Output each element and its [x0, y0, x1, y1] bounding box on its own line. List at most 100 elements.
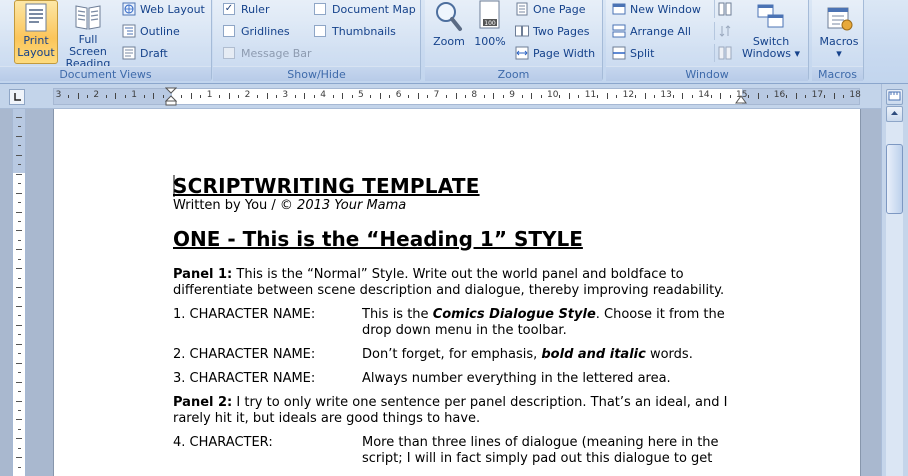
- ruler-tick: [635, 95, 637, 98]
- ruler-tick: [493, 93, 495, 99]
- dialogue-2-emph: bold and italic: [541, 347, 646, 362]
- vertical-ruler-tick: [18, 183, 21, 185]
- arrange-all-button[interactable]: Arrange All: [612, 22, 691, 40]
- ruler-label: 4: [320, 90, 326, 100]
- split-icon: [612, 46, 626, 60]
- ruler-tick: [294, 95, 296, 98]
- two-pages-icon: [515, 25, 529, 37]
- one-page-button[interactable]: One Page: [515, 0, 586, 18]
- ruler-label: 18: [849, 90, 861, 100]
- dialogue-2-character: 2. CHARACTER NAME:: [173, 347, 316, 362]
- ruler-tick: [389, 95, 391, 98]
- vertical-ruler-tick: [16, 381, 22, 383]
- ruler-right-margin: [742, 89, 859, 104]
- scroll-thumb[interactable]: [886, 144, 903, 214]
- split-button[interactable]: Split: [612, 44, 654, 62]
- vertical-ruler-tick: [16, 457, 22, 459]
- document-title[interactable]: SCRIPTWRITING TEMPLATE: [173, 174, 753, 198]
- ruler-tick: [653, 95, 655, 98]
- byline-copyright: © 2013 Your Mama: [279, 198, 407, 213]
- ruler-toggle-button[interactable]: [886, 89, 903, 105]
- byline-text: Written by You /: [173, 198, 280, 213]
- vertical-ruler-tick: [16, 306, 22, 307]
- switch-windows-button[interactable]: Switch Windows ▾: [740, 2, 802, 64]
- heading-1[interactable]: ONE - This is the “Heading 1” STYLE: [173, 227, 753, 251]
- dialogue-4-text: More than three lines of dialogue (meani…: [362, 435, 719, 466]
- print-layout-button[interactable]: Print Layout: [14, 0, 58, 64]
- ruler-tick: [427, 95, 429, 98]
- vertical-ruler-tick: [18, 372, 21, 374]
- vertical-ruler[interactable]: [12, 109, 26, 476]
- ruler-tick: [408, 95, 410, 98]
- ruler-checkbox[interactable]: ✓ Ruler: [223, 0, 269, 18]
- vertical-ruler-tick: [18, 220, 21, 222]
- document-map-check-box: [314, 3, 326, 15]
- ruler-tick: [105, 95, 107, 98]
- ruler-tick: [446, 95, 448, 98]
- side-by-side-icon: [718, 2, 732, 16]
- new-window-button[interactable]: New Window: [612, 0, 701, 18]
- panel-2-description[interactable]: Panel 2: I try to only write one sentenc…: [173, 395, 753, 427]
- scroll-up-button[interactable]: [886, 106, 903, 122]
- one-page-icon: [516, 2, 528, 16]
- vertical-ruler-tick: [18, 428, 21, 430]
- ruler-toggle-icon: [888, 91, 901, 101]
- two-pages-label: Two Pages: [533, 24, 590, 38]
- ruler-tick: [710, 95, 712, 98]
- ruler-tick: [115, 93, 117, 99]
- document-map-checkbox[interactable]: Document Map: [314, 0, 416, 18]
- document-body[interactable]: SCRIPTWRITING TEMPLATE Written by You / …: [173, 174, 753, 467]
- svg-text:100: 100: [484, 20, 496, 27]
- outline-button[interactable]: Outline: [122, 22, 180, 40]
- right-indent-marker[interactable]: [735, 95, 747, 105]
- gridlines-check-box: [223, 25, 235, 37]
- vertical-ruler-tick: [18, 296, 21, 298]
- two-pages-button[interactable]: Two Pages: [515, 22, 589, 40]
- view-side-by-side-button[interactable]: [714, 0, 736, 18]
- document-page[interactable]: SCRIPTWRITING TEMPLATE Written by You / …: [53, 109, 861, 476]
- dialogue-line-3[interactable]: 3. CHARACTER NAME: Always number everyth…: [173, 371, 753, 387]
- page-width-button[interactable]: Page Width: [515, 44, 595, 62]
- zoom-button[interactable]: Zoom: [431, 0, 467, 62]
- full-screen-reading-button[interactable]: Full Screen Reading: [59, 2, 117, 70]
- page-width-label: Page Width: [533, 46, 596, 60]
- vertical-ruler-tick: [18, 315, 21, 317]
- macros-title: Macros: [812, 66, 863, 81]
- zoom-100-button[interactable]: 100 100%: [473, 0, 507, 62]
- print-layout-label-2: Layout: [17, 46, 55, 59]
- vertical-ruler-tick: [16, 117, 22, 118]
- reset-window-position-button[interactable]: [714, 44, 736, 62]
- draft-button[interactable]: Draft: [122, 44, 168, 62]
- dialogue-line-2[interactable]: 2. CHARACTER NAME: Don’t forget, for emp…: [173, 347, 753, 363]
- message-bar-checkbox[interactable]: Message Bar: [223, 44, 312, 62]
- gridlines-checkbox[interactable]: Gridlines: [223, 22, 290, 40]
- vertical-ruler-tick: [18, 126, 21, 128]
- ruler-tick: [68, 95, 70, 98]
- panel-1-description[interactable]: Panel 1: This is the “Normal” Style. Wri…: [173, 267, 753, 299]
- ruler-tick: [266, 93, 268, 99]
- ruler-label: 5: [358, 90, 364, 100]
- synchronous-scrolling-button[interactable]: [714, 22, 736, 40]
- ruler-tick: [597, 95, 599, 98]
- magnifier-icon: [436, 2, 462, 31]
- indent-marker[interactable]: [165, 87, 177, 107]
- zoom-100-label: 100%: [474, 35, 506, 48]
- vertical-ruler-tick: [18, 466, 21, 468]
- print-layout-icon: [25, 3, 47, 32]
- document-byline[interactable]: Written by You / © 2013 Your Mama: [173, 198, 753, 213]
- dialogue-line-1[interactable]: 1. CHARACTER NAME: This is the Comics Di…: [173, 307, 753, 339]
- web-layout-button[interactable]: Web Layout: [122, 0, 205, 18]
- vertical-scrollbar[interactable]: [881, 84, 908, 476]
- macros-label-2: ▾: [836, 47, 842, 60]
- thumbnails-checkbox[interactable]: Thumbnails: [314, 22, 396, 40]
- tab-selector[interactable]: [9, 89, 25, 105]
- ruler-tick: [351, 95, 353, 98]
- ruler-tick: [578, 95, 580, 98]
- ruler-tick: [313, 95, 315, 98]
- thumbnails-label: Thumbnails: [332, 24, 396, 38]
- dialogue-line-4[interactable]: 4. CHARACTER: More than three lines of d…: [173, 435, 753, 467]
- ruler-tick: [786, 95, 788, 98]
- ruler-tick: [200, 95, 202, 98]
- vertical-ruler-tick: [16, 362, 22, 364]
- macros-button[interactable]: Macros ▾: [816, 2, 862, 64]
